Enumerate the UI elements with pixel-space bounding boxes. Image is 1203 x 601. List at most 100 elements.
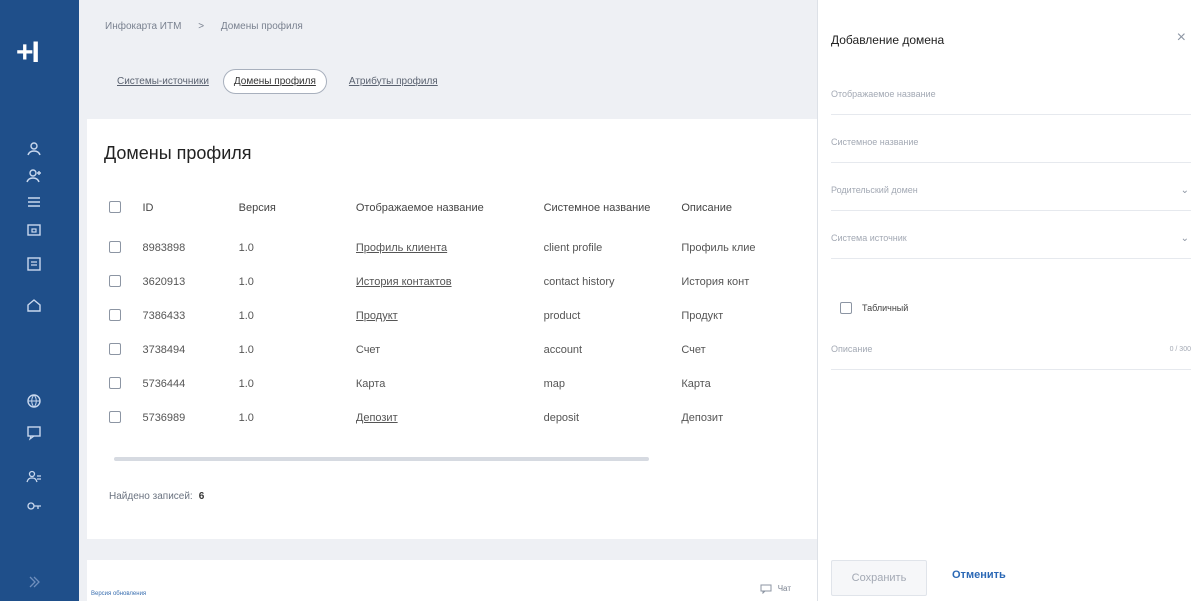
cell-version: 1.0: [238, 310, 254, 322]
cell-system-name: account: [543, 344, 583, 356]
home-icon[interactable]: [25, 296, 43, 314]
records-found: Найдено записей: 6: [109, 491, 204, 502]
users-icon[interactable]: [25, 140, 43, 158]
cell-id: 3620913: [142, 276, 186, 288]
tab-source-systems[interactable]: Системы-источники: [117, 76, 209, 87]
cell-system-name: contact history: [543, 276, 615, 288]
cell-version: 1.0: [238, 276, 254, 288]
column-header-id[interactable]: ID: [142, 185, 238, 231]
tab-bar: Системы-источники Домены профиля Атрибут…: [105, 66, 466, 96]
cell-version: 1.0: [238, 242, 254, 254]
cell-version: 1.0: [238, 378, 254, 390]
cell-id: 7386433: [142, 310, 186, 322]
breadcrumb-item-current: Домены профиля: [220, 21, 303, 32]
row-checkbox[interactable]: [109, 240, 121, 253]
table-row[interactable]: 3620913 1.0 История контактов contact hi…: [109, 265, 817, 299]
document-icon[interactable]: [25, 255, 43, 273]
chevron-down-icon[interactable]: ⌄: [1181, 185, 1189, 196]
cell-display-name-link[interactable]: Продукт: [356, 299, 544, 333]
table-row[interactable]: 7386433 1.0 Продукт product Продукт: [109, 299, 817, 333]
horizontal-scrollbar[interactable]: [114, 457, 649, 461]
column-header-description[interactable]: Описание: [681, 185, 817, 231]
cell-description: Депозит: [681, 412, 724, 424]
cell-system-name: product: [543, 310, 581, 322]
cell-id: 5736989: [142, 412, 186, 424]
table-header-row: ID Версия Отображаемое название Системно…: [109, 185, 817, 231]
table-row[interactable]: 5736444 1.0 Карта map Карта: [109, 367, 817, 401]
group-icon[interactable]: [25, 468, 43, 486]
cell-id: 8983898: [142, 242, 186, 254]
records-found-count: 6: [198, 491, 205, 502]
breadcrumb-separator: >: [198, 21, 205, 32]
column-header-system-name[interactable]: Системное название: [544, 185, 682, 231]
tab-profile-domains[interactable]: Домены профиля: [222, 68, 327, 94]
select-all-checkbox[interactable]: [109, 200, 121, 213]
records-found-label: Найдено записей:: [109, 491, 193, 502]
description-input[interactable]: [831, 322, 1161, 354]
folder-icon[interactable]: [25, 221, 43, 239]
display-name-field: [831, 67, 1191, 115]
row-checkbox[interactable]: [109, 308, 121, 321]
chevron-down-icon[interactable]: ⌄: [1181, 233, 1189, 244]
cell-version: 1.0: [238, 344, 254, 356]
chat-button[interactable]: Чат: [760, 584, 791, 595]
row-checkbox[interactable]: [109, 410, 121, 423]
panel-title: Добавление домена: [831, 33, 945, 47]
expand-icon[interactable]: [25, 573, 43, 591]
globe-icon[interactable]: [25, 392, 43, 410]
domains-card: Домены профиля ID Версия Отображаемое на…: [87, 119, 817, 539]
cell-id: 5736444: [142, 378, 186, 390]
save-button[interactable]: Сохранить: [831, 560, 927, 596]
cell-display-name-link[interactable]: Профиль клиента: [356, 231, 544, 265]
cell-description: Карта: [681, 378, 711, 390]
breadcrumb: Инфокарта ИТМ > Домены профиля: [105, 21, 317, 32]
domains-table: ID Версия Отображаемое название Системно…: [109, 185, 817, 435]
add-domain-panel: Добавление домена × ⌄ ⌄ Табличный 0 / 30…: [817, 0, 1203, 601]
chat-icon[interactable]: [25, 424, 43, 442]
row-checkbox[interactable]: [109, 274, 121, 287]
table-row[interactable]: 3738494 1.0 Счет account Счет: [109, 333, 817, 367]
tabular-label: Табличный: [862, 303, 909, 313]
cell-description: Счет: [681, 344, 706, 356]
version-link[interactable]: Версия обновления: [91, 591, 146, 597]
tabular-checkbox-row[interactable]: Табличный: [840, 302, 908, 314]
display-name-input[interactable]: [831, 67, 1161, 99]
list-icon[interactable]: [25, 193, 43, 211]
cell-description: Профиль клие: [681, 242, 756, 254]
description-field: 0 / 300: [831, 322, 1191, 370]
source-system-field[interactable]: ⌄: [831, 211, 1191, 259]
source-system-select[interactable]: [831, 211, 1161, 243]
close-icon[interactable]: ×: [1177, 29, 1186, 47]
main-content: Инфокарта ИТМ > Домены профиля Системы-и…: [79, 0, 817, 601]
table-row[interactable]: 8983898 1.0 Профиль клиента client profi…: [109, 231, 817, 265]
parent-domain-select[interactable]: [831, 163, 1161, 195]
cell-display-name-link[interactable]: История контактов: [356, 265, 544, 299]
breadcrumb-item[interactable]: Инфокарта ИТМ: [105, 21, 181, 32]
table-row[interactable]: 5736989 1.0 Депозит deposit Депозит: [109, 401, 817, 435]
cancel-button[interactable]: Отменить: [952, 569, 1006, 581]
column-header-display-name[interactable]: Отображаемое название: [356, 185, 544, 231]
row-checkbox[interactable]: [109, 342, 121, 355]
tabular-checkbox[interactable]: [840, 302, 852, 314]
app-logo[interactable]: +I: [16, 38, 40, 68]
column-header-version[interactable]: Версия: [239, 185, 356, 231]
chat-bubble-icon: [760, 584, 772, 595]
parent-domain-field[interactable]: ⌄: [831, 163, 1191, 211]
key-icon[interactable]: [25, 497, 43, 515]
user-add-icon[interactable]: [25, 167, 43, 185]
cell-display-name[interactable]: Карта: [356, 367, 544, 401]
system-name-input[interactable]: [831, 115, 1161, 147]
cell-version: 1.0: [238, 412, 254, 424]
cell-description: Продукт: [681, 310, 724, 322]
chat-label: Чат: [777, 584, 791, 594]
cell-system-name: client profile: [543, 242, 603, 254]
cell-id: 3738494: [142, 344, 186, 356]
cell-display-name[interactable]: Счет: [356, 333, 544, 367]
cell-system-name: deposit: [543, 412, 580, 424]
row-checkbox[interactable]: [109, 376, 121, 389]
left-rail: +I: [0, 0, 79, 601]
description-counter: 0 / 300: [1169, 346, 1191, 353]
system-name-field: [831, 115, 1191, 163]
cell-display-name-link[interactable]: Депозит: [356, 401, 544, 435]
tab-profile-attributes[interactable]: Атрибуты профиля: [349, 76, 438, 87]
